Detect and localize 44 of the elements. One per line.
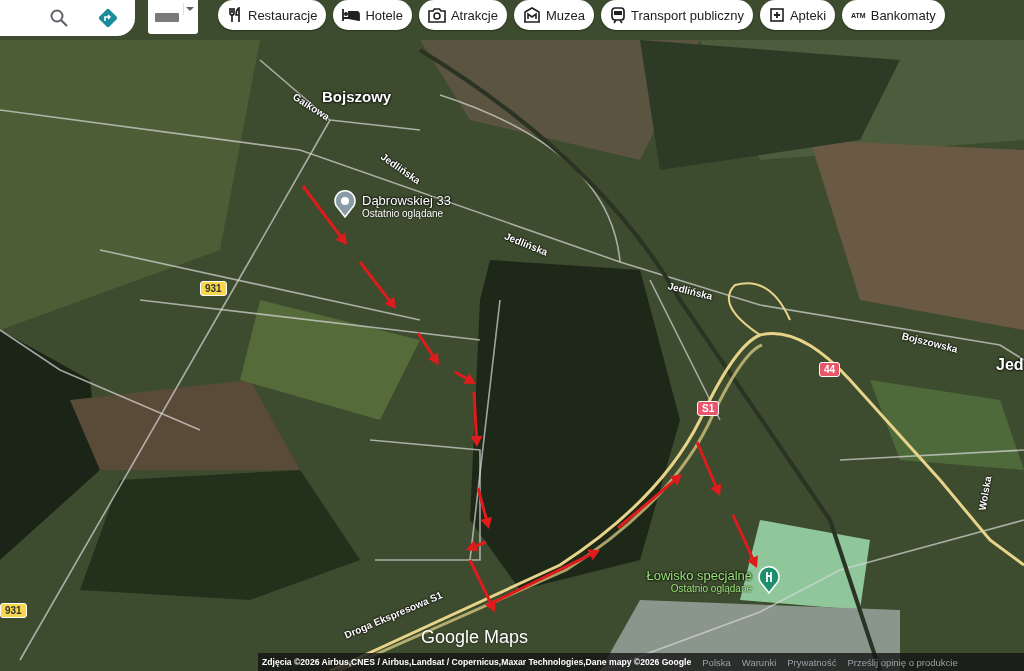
footer-link[interactable]: Warunki <box>741 656 777 668</box>
train-icon <box>609 6 626 24</box>
pharmacy-icon <box>768 7 785 23</box>
category-chip[interactable]: Transport publiczny <box>600 0 753 30</box>
arrow-annotation <box>454 370 476 384</box>
arrow-annotation <box>731 514 758 568</box>
road-shield: 931 <box>200 281 227 296</box>
category-chip[interactable]: Hotele <box>333 0 412 30</box>
satellite-imagery-drawing[interactable] <box>0 0 1024 671</box>
attribution-text: Zdjęcia ©2026 Airbus,CNES / Airbus,Landsat / Copernicus,Maxar Technologies,Dane mapy ©2026 Google <box>262 657 692 667</box>
arrow-annotation <box>470 391 483 447</box>
footer-link[interactable]: Prześlij opinię o produkcie <box>847 656 958 668</box>
footer-link[interactable]: Prywatność <box>787 656 837 668</box>
place-subtitle: Ostatnio oglądane <box>362 208 445 219</box>
caret-icon[interactable] <box>183 3 196 15</box>
map-thumbnail-icon <box>153 10 181 24</box>
map-logo: Google Maps <box>421 627 529 648</box>
bed-icon <box>342 8 361 22</box>
arrow-annotation <box>695 441 722 496</box>
road-shield: 44 <box>819 362 841 377</box>
road-shield: 931 <box>0 603 27 618</box>
museum-icon <box>522 7 541 23</box>
arrow-annotation <box>617 474 682 530</box>
arrow-annotation <box>466 540 487 552</box>
arrow-annotation <box>416 332 439 365</box>
footer-link[interactable]: Polska <box>702 656 731 668</box>
street-label: Jedlińska <box>666 280 714 302</box>
road-shield: S1 <box>697 401 720 416</box>
arrow-annotation <box>476 487 492 529</box>
category-chip[interactable]: Muzea <box>513 0 594 30</box>
street-label: Wolska <box>976 475 994 512</box>
category-chip[interactable]: Restauracje <box>218 0 327 30</box>
place-name[interactable]: Dąbrowskiej 33 <box>362 193 492 208</box>
arrow-annotation <box>358 261 396 309</box>
camera-icon <box>427 7 446 23</box>
layers-button[interactable] <box>148 0 198 34</box>
category-chip[interactable]: Atrakcje <box>418 0 507 30</box>
map-pin-icon[interactable] <box>758 566 780 594</box>
category-chip[interactable]: Apteki <box>759 0 836 30</box>
map-pin-icon[interactable] <box>334 190 356 218</box>
search-icon[interactable] <box>49 8 69 28</box>
fork-knife-icon <box>227 7 243 23</box>
arrow-annotation <box>301 185 347 245</box>
place-label: Jed <box>996 356 1024 374</box>
